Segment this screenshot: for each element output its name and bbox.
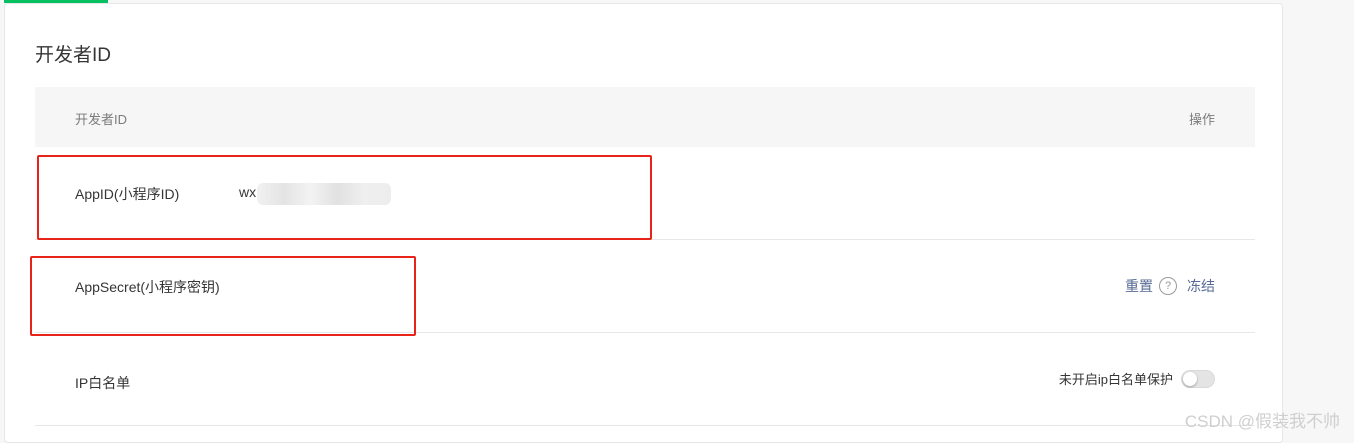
toggle-knob	[1183, 371, 1197, 386]
appid-label: AppID(小程序ID)	[75, 186, 180, 202]
section-title: 开发者ID	[35, 45, 112, 66]
ip-whitelist-label: IP白名单	[75, 375, 131, 391]
appsecret-row: AppSecret(小程序密钥) 重置 ? 冻结	[35, 240, 1255, 333]
watermark: CSDN @假装我不帅	[1184, 412, 1340, 431]
appid-value: wx	[239, 184, 257, 200]
appsecret-actions: 重置 ? 冻结	[1125, 276, 1215, 296]
header-action: 操作	[1188, 112, 1215, 127]
freeze-button[interactable]: 冻结	[1187, 276, 1215, 296]
developer-id-card: 开发者ID 开发者ID 操作 AppID(小程序ID) wx AppSecret…	[4, 3, 1283, 443]
header-developer-id: 开发者ID	[75, 112, 128, 127]
appid-blurred-value	[257, 183, 391, 205]
ip-whitelist-control: 未开启ip白名单保护	[1059, 369, 1215, 388]
appid-row: AppID(小程序ID) wx	[35, 147, 1255, 240]
reset-button[interactable]: 重置	[1125, 276, 1153, 296]
ip-whitelist-toggle[interactable]	[1181, 369, 1215, 388]
ip-whitelist-row: IP白名单 未开启ip白名单保护	[35, 333, 1255, 426]
appsecret-label: AppSecret(小程序密钥)	[75, 279, 220, 295]
ip-whitelist-status: 未开启ip白名单保护	[1058, 372, 1173, 387]
table-header: 开发者ID 操作	[35, 87, 1255, 147]
help-icon[interactable]: ?	[1159, 277, 1177, 295]
